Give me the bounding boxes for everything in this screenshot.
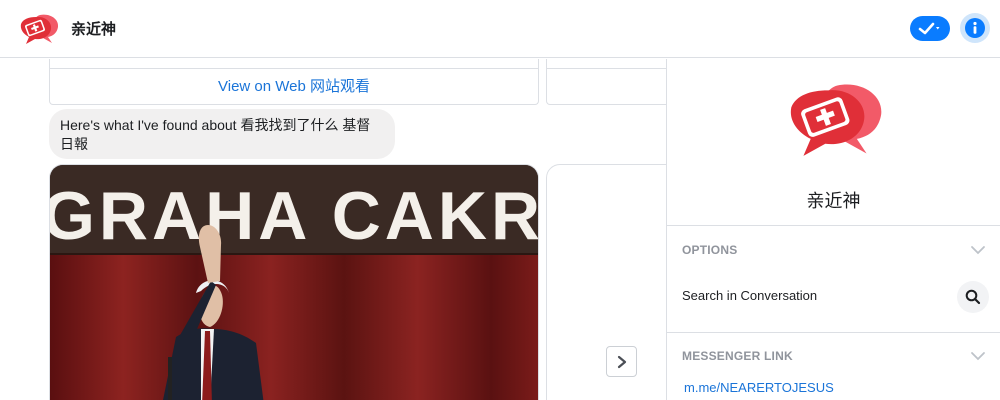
card-divider — [50, 68, 538, 69]
article-photo: GRAHA CAKR — [50, 165, 539, 400]
search-icon — [965, 289, 981, 305]
card-divider — [547, 68, 666, 69]
options-section-header[interactable]: OPTIONS — [682, 243, 737, 257]
view-on-web-button[interactable]: View on Web 网站观看 — [50, 75, 538, 96]
section-divider — [667, 225, 1000, 226]
chat-bible-logo-icon — [20, 14, 59, 44]
chevron-right-icon — [617, 355, 627, 369]
info-icon — [965, 18, 985, 38]
banner-text: GRAHA CAKR — [50, 178, 539, 254]
page-profile-logo — [790, 84, 882, 156]
messenger-link[interactable]: m.me/NEARERTOJESUS — [684, 380, 834, 395]
chevron-down-icon[interactable] — [970, 350, 986, 362]
result-card-image[interactable]: GRAHA CAKR — [49, 164, 539, 400]
bot-message-bubble: Here's what I've found about 看我找到了什么 基督日… — [49, 109, 395, 159]
conversation-info-panel: 亲近神 OPTIONS Search in Conversation MESSE… — [666, 59, 1000, 400]
generic-template-card: y View on Web 网站观看 — [49, 59, 539, 105]
search-in-conversation-button[interactable] — [957, 281, 989, 313]
messenger-link-section-header[interactable]: MESSENGER LINK — [682, 349, 793, 363]
carousel-next-button[interactable] — [606, 346, 637, 377]
search-in-conversation-label[interactable]: Search in Conversation — [682, 288, 817, 303]
page-name: 亲近神 — [806, 191, 861, 212]
message-list[interactable]: y View on Web 网站观看 y Here's what I've fo… — [0, 59, 666, 400]
chevron-down-icon[interactable] — [970, 244, 986, 256]
page-title: 亲近神 — [71, 21, 117, 38]
conversation-header: 亲近神 — [0, 0, 1000, 58]
info-button[interactable] — [960, 13, 990, 43]
generic-template-card: y — [546, 59, 666, 105]
section-divider — [667, 332, 1000, 333]
status-dropdown-button[interactable] — [910, 16, 950, 41]
checkmark-dropdown-icon — [918, 22, 940, 35]
messenger-window: 亲近神 y View on Web 网站观看 y Here's what I' — [0, 0, 1000, 400]
